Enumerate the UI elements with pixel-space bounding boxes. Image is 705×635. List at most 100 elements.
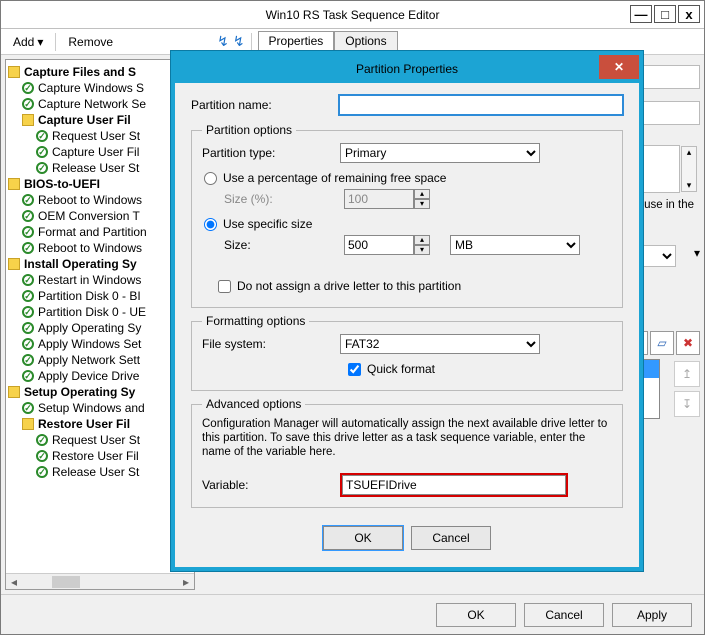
cancel-button[interactable]: Cancel <box>524 603 604 627</box>
delete-partition-button[interactable]: ✖ <box>676 331 700 355</box>
file-system-select[interactable]: FAT32 <box>340 334 540 354</box>
tree-item[interactable]: Capture User Fil <box>52 145 139 159</box>
tree-item[interactable]: Apply Network Sett <box>38 353 140 367</box>
move-up-icon[interactable]: ↯ <box>217 33 229 50</box>
tree-item[interactable]: Reboot to Windows <box>38 241 142 255</box>
partition-properties-button[interactable]: ▱ <box>650 331 674 355</box>
tree-item[interactable]: Setup Windows and <box>38 401 145 415</box>
use-specific-size-radio[interactable] <box>204 218 217 231</box>
check-icon <box>22 274 34 286</box>
tree-item[interactable]: Request User St <box>52 433 140 447</box>
separator <box>55 33 56 51</box>
folder-icon <box>8 66 20 78</box>
tree-item[interactable]: Format and Partition <box>38 225 147 239</box>
tree-item[interactable]: Apply Device Drive <box>38 369 139 383</box>
advanced-options-legend: Advanced options <box>202 397 305 411</box>
tree-group[interactable]: BIOS-to-UEFI <box>24 177 100 191</box>
tab-options[interactable]: Options <box>334 31 397 51</box>
variable-input[interactable] <box>342 475 566 495</box>
partition-name-input[interactable] <box>339 95 623 115</box>
dialog-cancel-button[interactable]: Cancel <box>411 526 491 550</box>
advanced-options-group: Advanced options Configuration Manager w… <box>191 397 623 508</box>
main-button-bar: OK Cancel Apply <box>1 594 704 634</box>
tree-item[interactable]: Apply Operating Sy <box>38 321 141 335</box>
partition-properties-dialog: Partition Properties ✕ Partition name: P… <box>171 51 643 571</box>
no-drive-letter-label: Do not assign a drive letter to this par… <box>237 279 461 293</box>
size-percent-label: Size (%): <box>224 192 336 206</box>
tab-properties[interactable]: Properties <box>258 31 335 51</box>
main-window: Win10 RS Task Sequence Editor — □ x Add▾… <box>0 0 705 635</box>
advanced-description: Configuration Manager will automatically… <box>202 417 612 459</box>
tree-item[interactable]: Partition Disk 0 - UE <box>38 305 146 319</box>
apply-button[interactable]: Apply <box>612 603 692 627</box>
ok-button[interactable]: OK <box>436 603 516 627</box>
tree-group[interactable]: Capture Files and S <box>24 65 136 79</box>
check-icon <box>22 290 34 302</box>
tree-group[interactable]: Install Operating Sy <box>24 257 137 271</box>
size-spinner[interactable]: ▴▾ <box>344 235 430 255</box>
tree-item[interactable]: Partition Disk 0 - BI <box>38 289 141 303</box>
tree-pane[interactable]: Capture Files and S Capture Windows S Ca… <box>5 59 195 590</box>
scroll-right-icon[interactable]: ▸ <box>178 575 194 589</box>
dialog-ok-button[interactable]: OK <box>323 526 403 550</box>
maximize-button[interactable]: □ <box>654 5 676 23</box>
add-menu[interactable]: Add▾ <box>7 33 49 51</box>
dialog-title: Partition Properties <box>356 62 458 76</box>
tree-item[interactable]: Request User St <box>52 129 140 143</box>
partition-type-label: Partition type: <box>202 146 332 160</box>
tree-item[interactable]: Restore User Fil <box>52 449 139 463</box>
titlebar: Win10 RS Task Sequence Editor — □ x <box>1 1 704 29</box>
remove-button[interactable]: Remove <box>62 33 119 51</box>
chevron-down-icon: ▾ <box>37 35 43 49</box>
size-label: Size: <box>224 238 336 252</box>
scroll-down-icon[interactable]: ▾ <box>682 180 696 191</box>
scroll-up-icon[interactable]: ▴ <box>682 147 696 158</box>
chevron-down-icon[interactable]: ▾ <box>694 246 700 260</box>
folder-icon <box>22 114 34 126</box>
tree-item[interactable]: OEM Conversion T <box>38 209 140 223</box>
move-down-icon[interactable]: ↯ <box>233 33 245 50</box>
quick-format-checkbox[interactable] <box>348 363 361 376</box>
spin-up-icon: ▴ <box>414 189 430 199</box>
tree-item[interactable]: Capture Windows S <box>38 81 144 95</box>
tree-item[interactable]: Reboot to Windows <box>38 193 142 207</box>
size-input[interactable] <box>344 235 414 255</box>
scroll-thumb[interactable] <box>52 576 80 588</box>
tree-group[interactable]: Capture User Fil <box>38 113 131 127</box>
size-percent-spinner: ▴▾ <box>344 189 430 209</box>
tree-item[interactable]: Release User St <box>52 161 139 175</box>
tree-item[interactable]: Capture Network Se <box>38 97 146 111</box>
close-button[interactable]: x <box>678 5 700 23</box>
partition-type-select[interactable]: Primary <box>340 143 540 163</box>
spin-down-icon[interactable]: ▾ <box>414 245 430 255</box>
tree-item[interactable]: Restart in Windows <box>38 273 141 287</box>
variable-label: Variable: <box>202 478 332 492</box>
check-icon <box>36 146 48 158</box>
folder-icon <box>8 178 20 190</box>
use-percentage-radio[interactable] <box>204 172 217 185</box>
formatting-options-legend: Formatting options <box>202 314 309 328</box>
move-up-button: ↥ <box>674 361 700 387</box>
check-icon <box>22 354 34 366</box>
horizontal-scrollbar[interactable]: ◂ ▸ <box>6 573 194 589</box>
no-drive-letter-checkbox[interactable] <box>218 280 231 293</box>
check-icon <box>36 434 48 446</box>
check-icon <box>36 466 48 478</box>
partition-name-label: Partition name: <box>191 98 331 112</box>
scroll-left-icon[interactable]: ◂ <box>6 575 22 589</box>
dialog-close-button[interactable]: ✕ <box>599 55 639 79</box>
tree-item[interactable]: Release User St <box>52 465 139 479</box>
check-icon <box>22 306 34 318</box>
minimize-button[interactable]: — <box>630 5 652 23</box>
use-percentage-label: Use a percentage of remaining free space <box>223 171 446 185</box>
tree-group[interactable]: Restore User Fil <box>38 417 130 431</box>
tree-group[interactable]: Setup Operating Sy <box>24 385 135 399</box>
spin-up-icon[interactable]: ▴ <box>414 235 430 245</box>
dialog-button-bar: OK Cancel <box>191 526 623 550</box>
check-icon <box>22 226 34 238</box>
check-icon <box>22 194 34 206</box>
size-unit-select[interactable]: MB <box>450 235 580 255</box>
tree-item[interactable]: Apply Windows Set <box>38 337 141 351</box>
folder-icon <box>22 418 34 430</box>
quick-format-label: Quick format <box>367 362 435 376</box>
